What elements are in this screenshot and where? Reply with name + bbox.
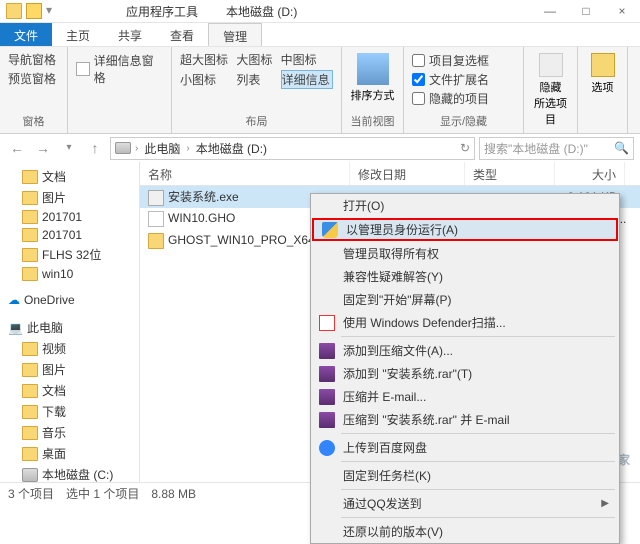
app-icon [6,3,22,19]
pc-icon: 💻 [8,321,23,335]
tab-manage[interactable]: 管理 [208,23,262,46]
maximize-button[interactable]: □ [568,0,604,23]
tree-pictures[interactable]: 图片 [2,187,137,208]
defender-icon [319,315,335,331]
folder-icon [148,233,164,249]
tree-this-pc[interactable]: 💻此电脑 [2,317,137,338]
tree-pictures-2[interactable]: 图片 [2,359,137,380]
ctx-pin-taskbar[interactable]: 固定到任务栏(K) [311,464,619,487]
ribbon-group-current: 当前视图 [350,111,395,129]
ribbon: 导航窗格 预览窗格 窗格 详细信息窗格 超大图标 大图标 中图标 小图标 列表 … [0,47,640,134]
rar-icon [319,412,335,428]
tree-c-drive[interactable]: 本地磁盘 (C:) [2,464,137,482]
file-extensions-toggle[interactable]: 文件扩展名 [412,70,515,89]
tab-file[interactable]: 文件 [0,23,52,46]
nav-pane-button[interactable]: 导航窗格 [8,51,59,68]
ribbon-group-showhide: 显示/隐藏 [412,111,515,129]
search-icon: 🔍 [614,141,629,155]
view-xlarge-button[interactable]: 超大图标 [180,51,230,68]
minimize-button[interactable]: — [532,0,568,23]
contextual-tab-label: 应用程序工具 [112,0,212,24]
address-bar[interactable]: › 此电脑 › 本地磁盘 (D:) ↻ [110,137,475,160]
ctx-run-as-admin[interactable]: 以管理员身份运行(A) [312,218,618,241]
gho-icon [148,211,164,227]
ctx-troubleshoot[interactable]: 兼容性疑难解答(Y) [311,265,619,288]
tree-201701-b[interactable]: 201701 [2,226,137,244]
tree-music[interactable]: 音乐 [2,422,137,443]
ctx-open[interactable]: 打开(O) [311,194,619,217]
view-small-button[interactable]: 小图标 [180,70,230,89]
status-size: 8.88 MB [151,487,196,501]
item-checkboxes-toggle[interactable]: 项目复选框 [412,51,515,70]
sort-button[interactable]: 排序方式 [350,51,395,103]
tree-win10[interactable]: win10 [2,265,137,283]
status-item-count: 3 个项目 [8,485,54,502]
tree-documents-2[interactable]: 文档 [2,380,137,401]
hide-selected-button[interactable]: 隐藏 所选项目 [532,51,569,127]
tree-videos[interactable]: 视频 [2,338,137,359]
status-selected: 选中 1 个项目 [66,485,139,502]
ctx-add-archive[interactable]: 添加到压缩文件(A)... [311,339,619,362]
tree-documents[interactable]: 文档 [2,166,137,187]
up-button[interactable]: ↑ [84,137,106,159]
col-name[interactable]: 名称 [140,162,350,185]
shield-icon [322,222,338,238]
view-medium-button[interactable]: 中图标 [281,51,333,68]
view-details-button[interactable]: 详细信息 [281,70,333,89]
ctx-take-ownership[interactable]: 管理员取得所有权 [311,242,619,265]
address-bar-row: ← → ▾ ↑ › 此电脑 › 本地磁盘 (D:) ↻ 搜索"本地磁盘 (D:)… [0,134,640,162]
tab-view[interactable]: 查看 [156,23,208,46]
ribbon-tabs: 文件 主页 共享 查看 管理 [0,23,640,47]
details-pane-button[interactable]: 详细信息窗格 [76,51,163,87]
ctx-baidu-upload[interactable]: 上传到百度网盘 [311,436,619,459]
rar-icon [319,366,335,382]
tree-desktop[interactable]: 桌面 [2,443,137,464]
dropdown-icon[interactable]: ▾ [46,3,52,19]
context-menu: 打开(O) 以管理员身份运行(A) 管理员取得所有权 兼容性疑难解答(Y) 固定… [310,193,620,544]
rar-icon [319,343,335,359]
col-type[interactable]: 类型 [465,162,555,185]
ctx-add-rar[interactable]: 添加到 "安装系统.rar"(T) [311,362,619,385]
refresh-icon[interactable]: ↻ [460,141,470,155]
tab-home[interactable]: 主页 [52,23,104,46]
tab-share[interactable]: 共享 [104,23,156,46]
navigation-tree[interactable]: 文档 图片 201701 201701 FLHS 32位 win10 ☁OneD… [0,162,140,482]
hidden-items-toggle[interactable]: 隐藏的项目 [412,89,515,108]
drive-icon [115,142,131,154]
preview-pane-button[interactable]: 预览窗格 [8,70,59,87]
baidu-icon [319,440,335,456]
breadcrumb-drive[interactable]: 本地磁盘 (D:) [194,140,269,157]
ctx-pin-start[interactable]: 固定到"开始"屏幕(P) [311,288,619,311]
view-large-button[interactable]: 大图标 [236,51,274,68]
ribbon-group-panes: 窗格 [8,111,59,129]
title-bar: ▾ 应用程序工具 本地磁盘 (D:) — □ × [0,0,640,23]
forward-button[interactable]: → [32,137,54,159]
close-button[interactable]: × [604,0,640,23]
tree-downloads[interactable]: 下载 [2,401,137,422]
options-button[interactable]: 选项 [586,51,619,95]
rar-icon [319,389,335,405]
back-button[interactable]: ← [6,137,28,159]
ctx-defender-scan[interactable]: 使用 Windows Defender扫描... [311,311,619,334]
window-title: 本地磁盘 (D:) [212,0,311,24]
onedrive-icon: ☁ [8,293,20,307]
breadcrumb-this-pc[interactable]: 此电脑 [142,140,182,157]
ctx-restore-versions[interactable]: 还原以前的版本(V) [311,520,619,543]
column-headers: 名称 修改日期 类型 大小 [140,162,640,186]
col-size[interactable]: 大小 [555,162,625,185]
tree-flhs[interactable]: FLHS 32位 [2,244,137,265]
view-list-button[interactable]: 列表 [236,70,274,89]
recent-button[interactable]: ▾ [58,137,80,159]
tree-onedrive[interactable]: ☁OneDrive [2,291,137,309]
ctx-compress-email[interactable]: 压缩并 E-mail... [311,385,619,408]
quick-access-icon[interactable] [26,3,42,19]
search-input[interactable]: 搜索"本地磁盘 (D:)" 🔍 [479,137,634,160]
tree-201701-a[interactable]: 201701 [2,208,137,226]
exe-icon [148,190,164,206]
col-date[interactable]: 修改日期 [350,162,465,185]
ctx-rar-email[interactable]: 压缩到 "安装系统.rar" 并 E-mail [311,408,619,431]
ribbon-group-layout: 布局 [180,111,333,129]
